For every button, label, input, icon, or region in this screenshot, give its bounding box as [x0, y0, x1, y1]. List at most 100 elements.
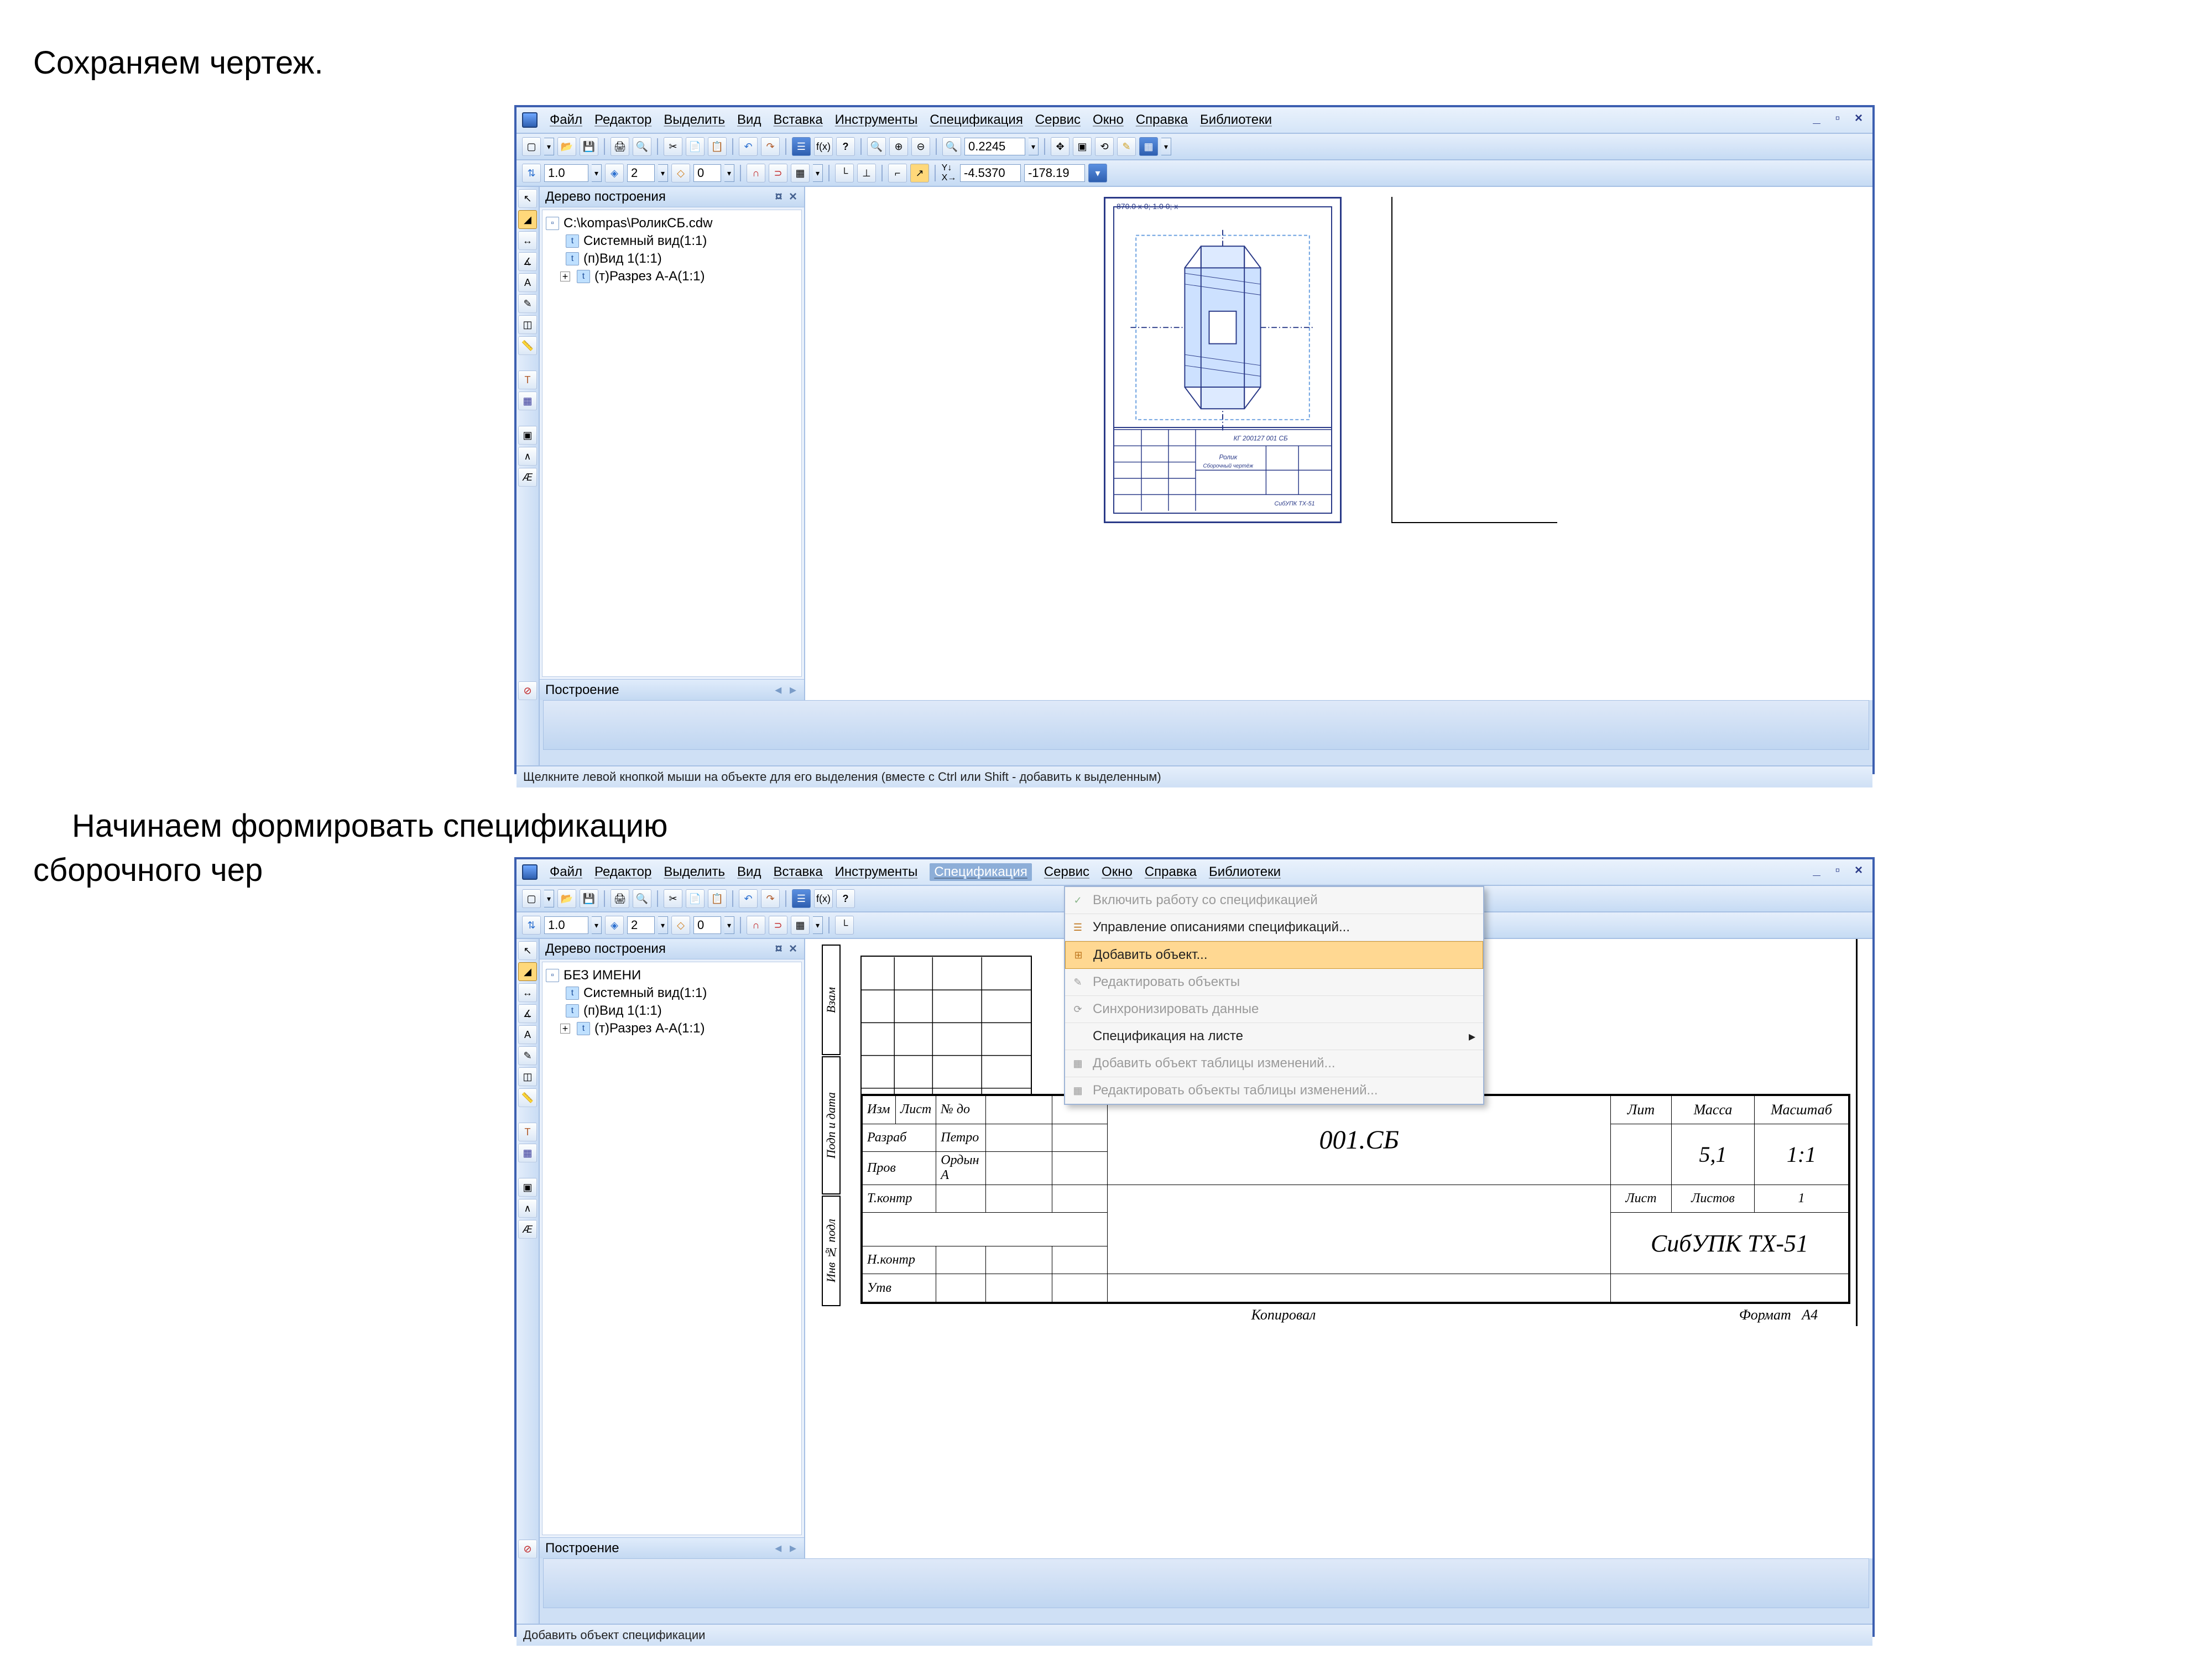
tree-item-0[interactable]: t Системный вид(1:1) [546, 984, 798, 1002]
tree-body[interactable]: ▫ БЕЗ ИМЕНИ t Системный вид(1:1) t (п)Ви… [542, 962, 802, 1535]
cut-button[interactable]: ✂ [664, 889, 682, 908]
undo-button[interactable]: ↶ [739, 137, 758, 156]
step-button[interactable]: ⇅ [522, 916, 541, 935]
tree-item-0[interactable]: t Системный вид(1:1) [546, 232, 798, 250]
lcs-button[interactable]: ⌐ [888, 164, 907, 182]
paste-button[interactable]: 📋 [708, 889, 727, 908]
layer-dropdown[interactable]: ▾ [658, 916, 668, 934]
menu-editor[interactable]: Редактор [594, 864, 651, 880]
menu-spec[interactable]: Спецификация [930, 863, 1032, 881]
tool-edit[interactable]: ✎ [518, 1046, 537, 1065]
menu-window[interactable]: Окно [1102, 864, 1133, 880]
zoom-dropdown[interactable]: ▾ [1029, 138, 1039, 155]
save-button[interactable]: 💾 [580, 889, 598, 908]
ortho-button[interactable]: └ [835, 916, 854, 935]
step-field[interactable]: 1.0 [544, 916, 588, 934]
cut-button[interactable]: ✂ [664, 137, 682, 156]
snap-button[interactable]: ∩ [747, 916, 765, 935]
tool-view[interactable]: ▣ [518, 426, 537, 445]
coord-menu-button[interactable]: ▾ [1088, 164, 1107, 182]
layer-field[interactable]: 2 [627, 916, 655, 934]
tool-break[interactable]: ∧ [518, 1199, 537, 1218]
tool-geometry[interactable]: ◢ [518, 962, 537, 981]
step-dropdown[interactable]: ▾ [592, 916, 602, 934]
menu-help[interactable]: Справка [1145, 864, 1197, 880]
style-button[interactable]: ◇ [671, 164, 690, 182]
step-dropdown[interactable]: ▾ [592, 164, 602, 182]
expand-icon[interactable]: + [560, 272, 570, 281]
preview-button[interactable]: 🔍 [633, 137, 651, 156]
restore-button[interactable]: ▫ [1829, 863, 1846, 878]
tool-table[interactable]: ▦ [518, 392, 537, 410]
spec-menu-edit-objects[interactable]: ✎ Редактировать объекты [1065, 969, 1483, 996]
tool-params[interactable]: ◫ [518, 315, 537, 334]
menu-file[interactable]: Файл [550, 112, 582, 128]
menu-file[interactable]: Файл [550, 864, 582, 880]
paste-button[interactable]: 📋 [708, 137, 727, 156]
layer-field[interactable]: 2 [627, 164, 655, 182]
tree-tab-arrows[interactable]: ◂ ▸ [775, 682, 799, 698]
tool-cursor[interactable]: ↖ [518, 189, 537, 208]
help-button[interactable]: ? [836, 137, 855, 156]
expand-icon[interactable]: + [560, 1024, 570, 1034]
variables-button[interactable]: f(x) [814, 137, 833, 156]
restore-button[interactable]: ▫ [1829, 111, 1846, 126]
grid-dropdown[interactable]: ▾ [813, 916, 823, 934]
tool-params[interactable]: ◫ [518, 1067, 537, 1086]
lcs2-button[interactable]: ↗ [910, 164, 929, 182]
redo-button[interactable]: ↷ [761, 889, 780, 908]
grid-button[interactable]: ▦ [791, 164, 810, 182]
style-field[interactable]: 0 [693, 916, 721, 934]
tree-item-2[interactable]: + t (т)Разрез А-А(1:1) [546, 1020, 798, 1037]
layer-button[interactable]: ◈ [605, 164, 624, 182]
layer-dropdown[interactable]: ▾ [658, 164, 668, 182]
menu-view[interactable]: Вид [737, 112, 761, 128]
menu-help[interactable]: Справка [1136, 112, 1188, 128]
tree-item-1[interactable]: t (п)Вид 1(1:1) [546, 1002, 798, 1020]
open-button[interactable]: 📂 [557, 889, 576, 908]
step-button[interactable]: ⇅ [522, 164, 541, 182]
tool-hatch[interactable]: Æ [518, 468, 537, 487]
variables-button[interactable]: f(x) [814, 889, 833, 908]
menu-insert[interactable]: Вставка [773, 112, 822, 128]
tool-notation[interactable]: ∡ [518, 1004, 537, 1023]
grid-dropdown[interactable]: ▾ [813, 164, 823, 182]
new-dropdown[interactable]: ▾ [544, 138, 554, 155]
grid-button[interactable]: ▦ [791, 916, 810, 935]
menu-select[interactable]: Выделить [664, 112, 725, 128]
open-button[interactable]: 📂 [557, 137, 576, 156]
style-dropdown[interactable]: ▾ [724, 164, 734, 182]
tree-item-2[interactable]: + t (т)Разрез А-А(1:1) [546, 268, 798, 285]
tree-tab-arrows[interactable]: ◂ ▸ [775, 1540, 799, 1556]
style-dropdown[interactable]: ▾ [724, 916, 734, 934]
menu-tools[interactable]: Инструменты [835, 112, 918, 128]
menu-libs[interactable]: Библиотеки [1209, 864, 1281, 880]
tool-symbol[interactable]: T [518, 371, 537, 389]
undo-button[interactable]: ↶ [739, 889, 758, 908]
spec-menu-add-change[interactable]: ▦ Добавить объект таблицы изменений... [1065, 1050, 1483, 1077]
properties-button[interactable]: ☰ [792, 889, 811, 908]
zoom-field[interactable]: 0.2245 [964, 138, 1025, 155]
coord-x-field[interactable]: -4.5370 [960, 164, 1021, 182]
preview-button[interactable]: 🔍 [633, 889, 651, 908]
tool-stop[interactable]: ⊘ [518, 1540, 537, 1558]
tree-root[interactable]: ▫ БЕЗ ИМЕНИ [546, 967, 798, 984]
layer-button[interactable]: ◈ [605, 916, 624, 935]
coord-y-field[interactable]: -178.19 [1024, 164, 1085, 182]
zoom-scale-button[interactable]: 🔍 [942, 137, 961, 156]
step-field[interactable]: 1.0 [544, 164, 588, 182]
tool-table[interactable]: ▦ [518, 1144, 537, 1162]
pan-button[interactable]: ✥ [1051, 137, 1070, 156]
properties-button[interactable]: ☰ [792, 137, 811, 156]
tool-measure[interactable]: 📏 [518, 1088, 537, 1107]
spec-menu-edit-change[interactable]: ▦ Редактировать объекты таблицы изменени… [1065, 1077, 1483, 1104]
redo-button[interactable]: ↷ [761, 137, 780, 156]
copy-button[interactable]: 📄 [686, 137, 705, 156]
print-button[interactable]: 🖨 [611, 889, 629, 908]
tool-hatch[interactable]: Æ [518, 1220, 537, 1239]
help-button[interactable]: ? [836, 889, 855, 908]
minimize-button[interactable]: _ [1808, 863, 1825, 878]
tool-b[interactable]: ▦ [1139, 137, 1158, 156]
spec-menu-add-object[interactable]: ⊞ Добавить объект... [1065, 941, 1483, 969]
tool-b-dropdown[interactable]: ▾ [1161, 138, 1171, 155]
